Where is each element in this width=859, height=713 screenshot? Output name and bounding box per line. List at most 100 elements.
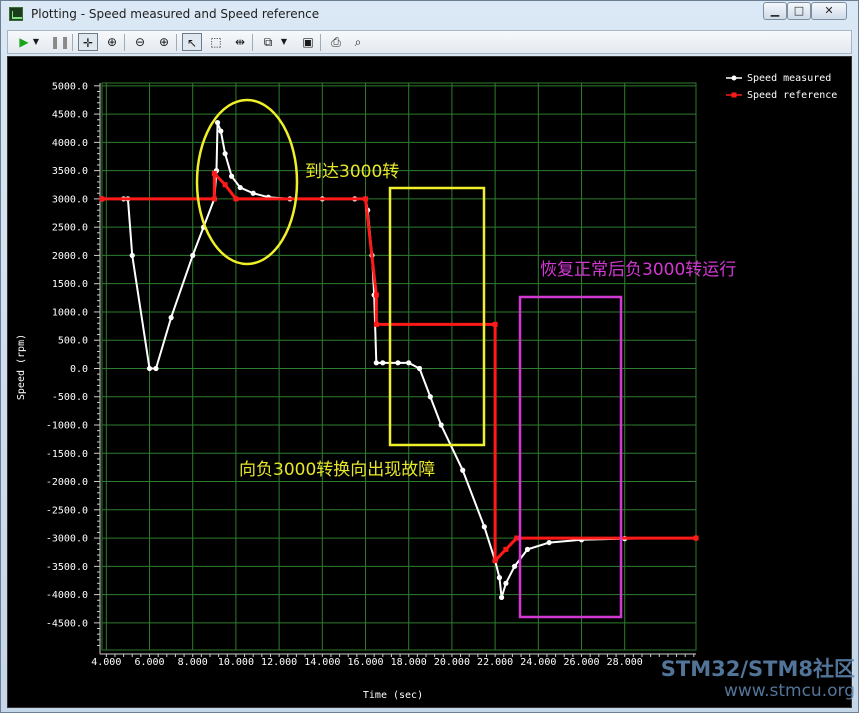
y-tick-label: -2000.0 xyxy=(46,477,88,488)
y-tick-label: 4000.0 xyxy=(52,138,88,149)
pan-icon[interactable]: ✛ xyxy=(78,33,98,51)
data-point-speed-reference xyxy=(99,196,105,202)
select-rect-icon[interactable]: ⬚ xyxy=(206,33,226,51)
annotation-fault: 向负3000转换向出现故障 xyxy=(239,460,435,480)
x-tick-label: 12.000 xyxy=(261,657,297,668)
print-icon[interactable]: ⎙ xyxy=(326,33,346,51)
legend-label-measured: Speed measured xyxy=(747,73,831,84)
annotation-arrive-3000: 到达3000转 xyxy=(305,162,399,182)
legend-marker-measured xyxy=(731,75,737,81)
legend-marker-reference xyxy=(731,92,737,98)
x-tick-label: 4.000 xyxy=(91,657,121,668)
speed-chart: 4.000 6.000 8.000 10.000 12.000 14.000 16.000 1… xyxy=(16,73,837,701)
print-preview-icon[interactable]: ⌕ xyxy=(348,33,368,51)
data-point-speed-measured xyxy=(250,190,256,196)
data-point-speed-reference xyxy=(211,196,217,202)
data-point-speed-measured xyxy=(190,252,196,259)
toolbar-separator xyxy=(176,34,177,51)
data-point-speed-measured xyxy=(395,360,401,366)
copy-icon[interactable]: ⧉ xyxy=(258,33,278,51)
y-tick-label: -1500.0 xyxy=(46,449,88,460)
x-tick-label: 16.000 xyxy=(347,657,383,668)
y-tick-label: 3500.0 xyxy=(52,166,88,177)
pause-icon[interactable]: ❚❚ xyxy=(50,33,70,51)
series-layer xyxy=(99,119,699,601)
highlight-box-recovery xyxy=(518,295,623,619)
x-tick-label: 14.000 xyxy=(304,657,340,668)
minimize-button[interactable]: ▁ xyxy=(763,2,787,20)
y-tick-label: 1500.0 xyxy=(52,279,88,290)
x-tick-label: 24.000 xyxy=(520,657,556,668)
title-bar[interactable]: Plotting - Speed measured and Speed refe… xyxy=(1,1,858,29)
data-point-speed-measured xyxy=(406,360,412,366)
y-tick-label: -4000.0 xyxy=(46,590,88,601)
data-point-speed-reference xyxy=(514,535,520,541)
x-tick-label: 8.000 xyxy=(178,657,208,668)
data-point-speed-reference xyxy=(211,170,217,176)
annotation-recover: 恢复正常后负3000转运行 xyxy=(540,260,736,280)
toolbar-separator xyxy=(320,34,321,51)
x-tick-label: 26.000 xyxy=(563,657,599,668)
data-point-speed-measured xyxy=(524,546,531,552)
series-line-speed-measured xyxy=(102,121,697,599)
dropdown-icon[interactable]: ▼ xyxy=(30,33,42,51)
fit-icon[interactable]: ⇹ xyxy=(230,33,250,51)
data-point-speed-measured xyxy=(438,422,444,428)
y-tick-label: 0.0 xyxy=(70,364,88,375)
data-point-speed-reference xyxy=(233,196,239,202)
data-point-speed-measured xyxy=(511,563,518,569)
data-point-speed-measured xyxy=(499,594,505,601)
data-point-speed-measured xyxy=(373,360,379,366)
data-point-speed-measured xyxy=(481,524,487,530)
data-point-speed-reference xyxy=(222,182,228,188)
x-axis-title: Time (sec) xyxy=(363,690,423,701)
select-pointer-icon[interactable]: ↖ xyxy=(182,33,202,51)
series-line-speed-reference xyxy=(102,171,696,563)
plot-area[interactable]: 4.000 6.000 8.000 10.000 12.000 14.000 16.000 1… xyxy=(7,56,852,708)
data-point-speed-measured xyxy=(129,252,135,259)
data-point-speed-measured xyxy=(503,580,509,586)
toolbar-separator xyxy=(124,34,125,51)
highlight-ellipse-overshoot xyxy=(195,98,299,266)
data-point-speed-measured xyxy=(380,360,386,366)
zoom-out-icon[interactable]: ⊖ xyxy=(130,33,150,51)
watermark-community: STM32/STM8社区 xyxy=(660,657,855,681)
data-point-speed-measured xyxy=(168,315,174,321)
y-tick-label: 2000.0 xyxy=(52,251,88,262)
data-point-speed-measured xyxy=(416,365,423,372)
data-point-speed-reference xyxy=(503,546,509,552)
toolbar: ▶ ▼ ❚❚ ✛ ⊕ ⊖ ⊕ ↖ ⬚ ⇹ ⧉ ▼ ▣ ⎙ ⌕ xyxy=(7,30,852,54)
window-title: Plotting - Speed measured and Speed refe… xyxy=(31,7,320,21)
zoom-axis-icon[interactable]: ⊕ xyxy=(102,33,122,51)
data-point-speed-measured xyxy=(214,119,221,126)
data-point-speed-measured xyxy=(237,184,243,191)
save-icon[interactable]: ▣ xyxy=(298,33,318,51)
watermark-url: www.stmcu.org xyxy=(723,681,855,701)
y-tick-label: 1000.0 xyxy=(52,307,88,318)
dropdown-icon[interactable]: ▼ xyxy=(278,33,290,51)
watermark: STM32/STM8社区 www.stmcu.org xyxy=(619,657,855,701)
data-point-speed-reference xyxy=(373,321,379,327)
data-point-speed-measured xyxy=(460,467,466,473)
y-tick-label: -500.0 xyxy=(52,392,88,403)
toolbar-separator xyxy=(252,34,253,51)
zoom-in-icon[interactable]: ⊕ xyxy=(154,33,174,51)
y-tick-label: 5000.0 xyxy=(52,81,88,92)
y-tick-label: -3500.0 xyxy=(46,562,88,573)
highlight-box-fault xyxy=(388,186,486,447)
y-tick-label: 2500.0 xyxy=(52,223,88,234)
maximize-button[interactable]: □ xyxy=(787,2,811,20)
y-tick-label: -2500.0 xyxy=(46,505,88,516)
x-tick-label: 18.000 xyxy=(391,657,427,668)
legend-label-reference: Speed reference xyxy=(747,90,837,101)
close-button[interactable]: ✕ xyxy=(811,2,847,20)
legend: Speed measured Speed reference xyxy=(726,73,837,101)
data-point-speed-measured xyxy=(153,365,159,372)
y-tick-label: 4500.0 xyxy=(52,110,88,121)
plot-app-icon xyxy=(9,7,23,21)
data-point-speed-reference xyxy=(492,321,498,327)
data-point-speed-measured xyxy=(427,394,433,400)
y-tick-label: 500.0 xyxy=(58,336,88,347)
x-tick-label: 20.000 xyxy=(434,657,470,668)
y-tick-label: -1000.0 xyxy=(46,421,88,432)
